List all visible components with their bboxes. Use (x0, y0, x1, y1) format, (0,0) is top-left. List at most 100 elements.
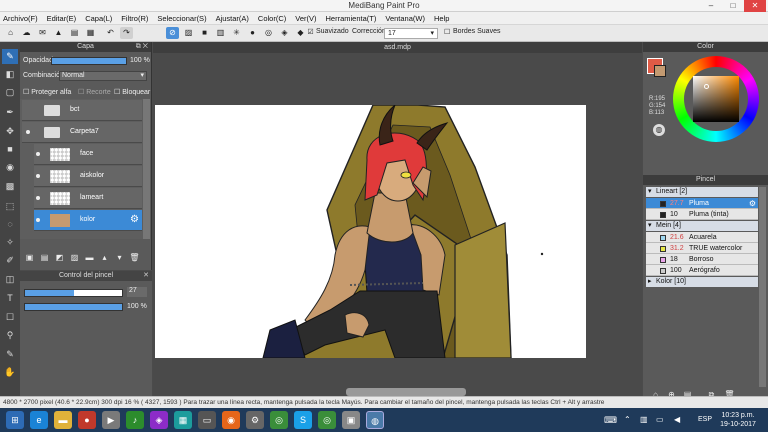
menu-filtro[interactable]: Filtro(R) (121, 14, 148, 23)
folder-add-icon[interactable]: ▬ (83, 252, 96, 264)
ie-icon[interactable]: e (30, 411, 48, 429)
select-rect-icon[interactable]: ⬚ (2, 199, 18, 214)
network-icon[interactable]: ▥ (640, 415, 648, 424)
fill-rect-icon[interactable]: ■ (2, 142, 18, 157)
snap-cross-icon[interactable]: ▥ (214, 27, 227, 39)
document-tab[interactable]: asd.mdp (153, 42, 642, 53)
canvas-hscrollbar[interactable] (346, 388, 466, 396)
start-icon[interactable]: ⊞ (6, 411, 24, 429)
pen-tool-icon[interactable]: ✒ (2, 105, 18, 120)
hue-wheel[interactable] (673, 56, 759, 142)
menu-ajustar[interactable]: Ajustar(A) (216, 14, 249, 23)
gear-icon[interactable]: ⚙ (749, 199, 756, 208)
save-icon[interactable]: ⌂ (4, 27, 17, 39)
layer-item-carpeta7[interactable]: Carpeta7 (22, 122, 142, 143)
smooth-checkbox[interactable]: ☑ (306, 27, 315, 39)
rect-tool-icon[interactable]: ▢ (2, 85, 18, 100)
language-indicator[interactable]: ESP (698, 416, 712, 423)
text-tool-icon[interactable]: T (2, 291, 18, 306)
brush-item-aerografo[interactable]: 100 Aerógrafo (646, 265, 758, 276)
menu-archivo[interactable]: Archivo(F) (3, 14, 38, 23)
move-up-icon[interactable]: ▴ (98, 252, 111, 264)
soft-edges-checkbox[interactable]: ☐ (444, 28, 450, 36)
brush-group-lineart[interactable]: ▾ Lineart [2] (646, 187, 758, 197)
chrome-alt-icon[interactable]: ◎ (318, 411, 336, 429)
app-icon[interactable]: ● (78, 411, 96, 429)
panel-close-icon[interactable]: ⧉ ✕ (136, 42, 148, 52)
minimize-button[interactable]: – (700, 0, 722, 12)
palette-icon[interactable]: ◍ (653, 124, 665, 136)
layer-item-aiskolor[interactable]: aiskolor (34, 166, 142, 187)
brush-group-kolor[interactable]: ▸ Kolor [10] (646, 277, 758, 287)
secondary-color-swatch[interactable] (654, 65, 666, 77)
bucket-tool-icon[interactable]: ◉ (2, 160, 18, 175)
brush-item-pluma-tinta[interactable]: 10 Pluma (tinta) (646, 209, 758, 220)
eyedropper-tool-icon[interactable]: ⚲ (2, 328, 18, 343)
keyboard-icon[interactable]: ⌨ (604, 415, 617, 426)
clip-checkbox[interactable]: ☐ Recorte (78, 88, 111, 96)
undo-icon[interactable]: ↶ (104, 27, 117, 39)
snap-curve-icon[interactable]: ◎ (262, 27, 275, 39)
color-picker-cursor[interactable] (704, 84, 709, 89)
skype-icon[interactable]: S (294, 411, 312, 429)
brush-list-scrollbar[interactable] (759, 187, 766, 387)
grid-icon[interactable]: ▦ (84, 27, 97, 39)
layer-scrollbar[interactable] (143, 99, 150, 239)
lasso-tool-icon[interactable]: ◌ (2, 217, 18, 232)
delete-layer-icon[interactable]: 🗑 (128, 252, 141, 264)
explorer-icon[interactable]: ▬ (54, 411, 72, 429)
move-tool-icon[interactable]: ✥ (2, 124, 18, 139)
chevron-up-icon[interactable]: ⌃ (624, 415, 631, 424)
cloud-icon[interactable]: ☁ (20, 27, 33, 39)
snap-grid-icon[interactable]: ■ (198, 27, 211, 39)
hand-tool-icon[interactable]: ✋ (2, 365, 18, 380)
brush-opacity-slider[interactable] (24, 303, 123, 311)
opacity-slider[interactable] (51, 57, 127, 65)
move-down-icon[interactable]: ▾ (113, 252, 126, 264)
snap-radial-icon[interactable]: ✳ (230, 27, 243, 39)
brush-tool-icon[interactable]: ✎ (2, 49, 18, 64)
medibang-taskbar-icon[interactable]: ◍ (366, 411, 384, 429)
blend-select[interactable]: Normal ▾ (59, 71, 147, 81)
eraser-tool-icon[interactable]: ◧ (2, 67, 18, 82)
magic-wand-icon[interactable]: ✧ (2, 235, 18, 250)
chat-icon[interactable]: ✉ (36, 27, 49, 39)
media-icon[interactable]: ▶ (102, 411, 120, 429)
merge-layer-icon[interactable]: ◩ (53, 252, 66, 264)
brush-item-pluma[interactable]: 27.7 Pluma ⚙ (646, 198, 758, 209)
select-pen-icon[interactable]: ✐ (2, 253, 18, 268)
terminal-icon[interactable]: ▭ (198, 411, 216, 429)
menu-ventana[interactable]: Ventana(W) (385, 14, 425, 23)
clock[interactable]: 10:23 p.m. 19-10-2017 (716, 411, 760, 429)
panel-close-icon[interactable]: ✕ (143, 271, 149, 281)
chrome-icon[interactable]: ◎ (270, 411, 288, 429)
menu-seleccionar[interactable]: Seleccionar(S) (157, 14, 206, 23)
brush-size-value[interactable]: 27 (127, 287, 147, 297)
operation-tool-icon[interactable]: ☐ (2, 310, 18, 325)
menu-editar[interactable]: Editar(E) (47, 14, 77, 23)
layer-item-bct[interactable]: bct (22, 100, 142, 121)
new-layer-icon[interactable]: ▣ (23, 252, 36, 264)
layer-item-kolor[interactable]: kolor ⚙ (34, 210, 142, 231)
battery-icon[interactable]: ▭ (656, 415, 664, 424)
close-button[interactable]: ✕ (744, 0, 766, 12)
layout-icon[interactable]: ▤ (68, 27, 81, 39)
menu-help[interactable]: Help (434, 14, 449, 23)
copy-layer-icon[interactable]: ▤ (38, 252, 51, 264)
menu-herramienta[interactable]: Herramienta(T) (326, 14, 377, 23)
menu-capa[interactable]: Capa(L) (85, 14, 112, 23)
saturation-value-square[interactable] (693, 76, 739, 122)
snap-parallel-icon[interactable]: ▨ (182, 27, 195, 39)
brush-item-true-watercolor[interactable]: 31.2 TRUE watercolor (646, 243, 758, 254)
brush-size-slider[interactable] (24, 289, 123, 297)
firefox-icon[interactable]: ◉ (222, 411, 240, 429)
menu-ver[interactable]: Ver(V) (295, 14, 316, 23)
window-icon[interactable]: ▣ (342, 411, 360, 429)
share-icon[interactable]: ▲ (52, 27, 65, 39)
maximize-button[interactable]: □ (722, 0, 744, 12)
gradient-tool-icon[interactable]: ▩ (2, 179, 18, 194)
menu-color[interactable]: Color(C) (258, 14, 286, 23)
correction-select[interactable]: 17 ▾ (384, 28, 438, 39)
volume-icon[interactable]: ◀ (674, 415, 680, 424)
visibility-dot-icon[interactable] (36, 152, 40, 156)
